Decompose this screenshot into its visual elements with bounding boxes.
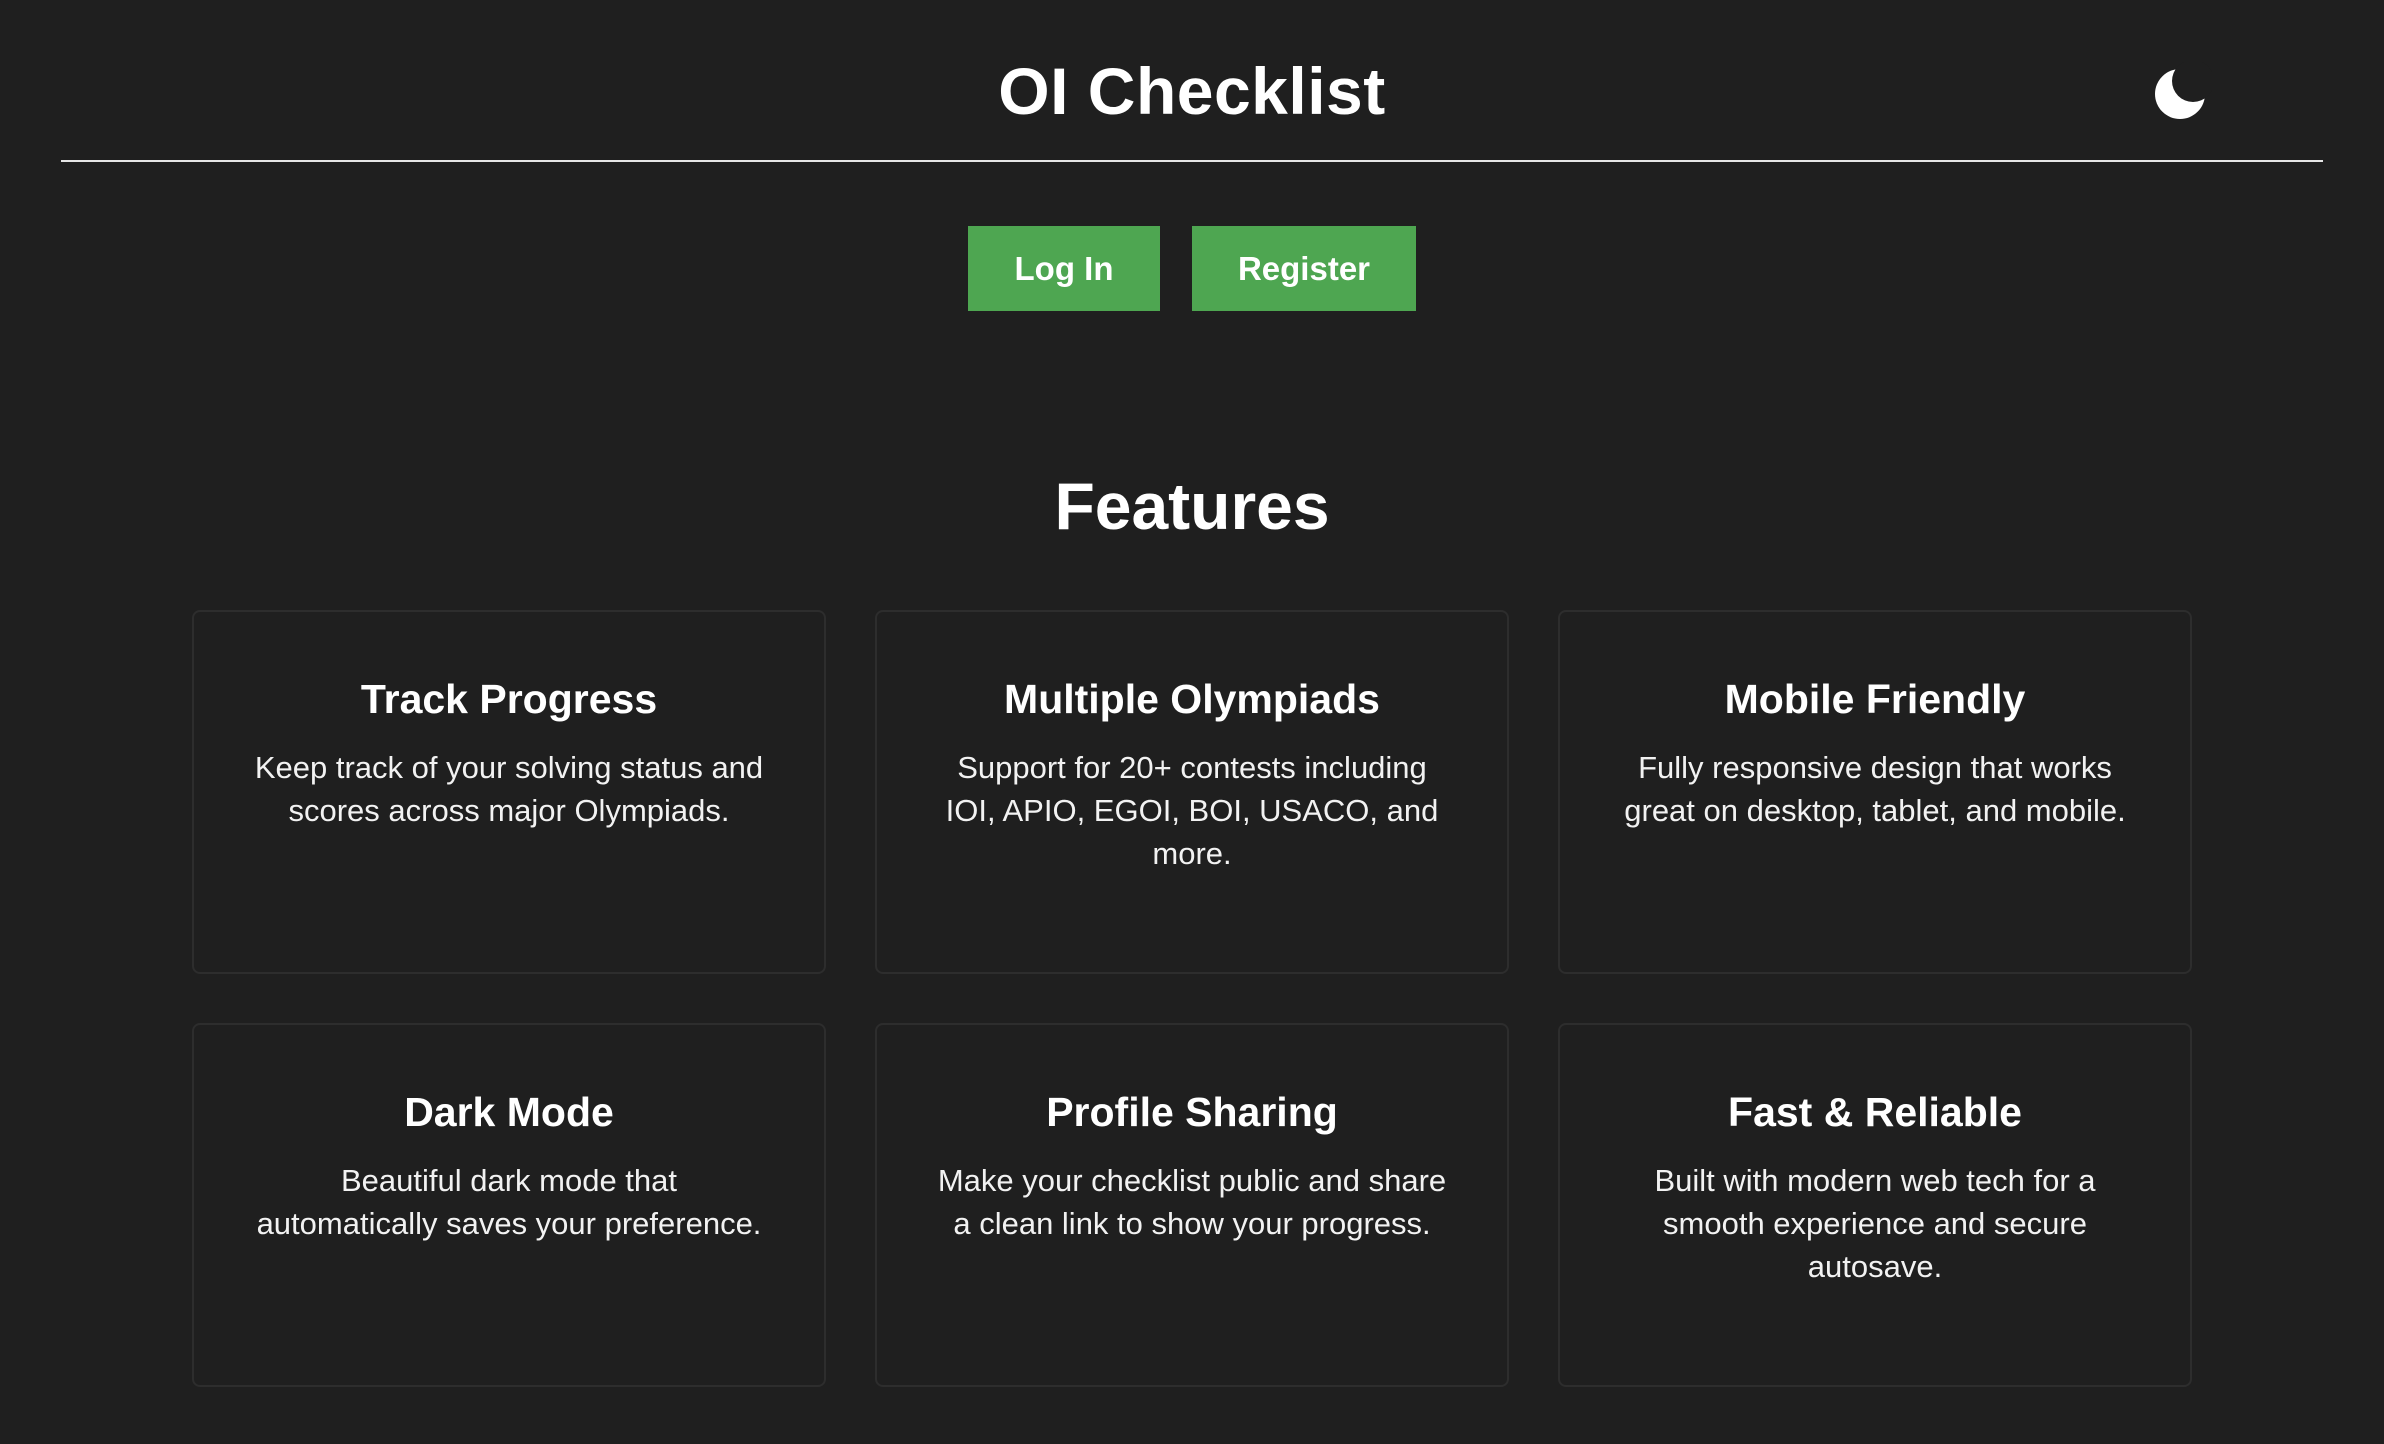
feature-description: Make your checklist public and share a c… [937,1163,1447,1241]
feature-card-fast-reliable: Fast & Reliable Built with modern web te… [1558,1023,2192,1387]
register-button[interactable]: Register [1192,226,1416,311]
feature-card-mobile-friendly: Mobile Friendly Fully responsive design … [1558,610,2192,974]
feature-description: Support for 20+ contests including IOI, … [945,750,1439,871]
feature-description: Beautiful dark mode that automatically s… [256,1163,762,1241]
feature-description: Keep track of your solving status and sc… [254,750,764,828]
feature-title: Profile Sharing [1046,1089,1338,1135]
feature-card-multiple-olympiads: Multiple Olympiads Support for 20+ conte… [875,610,1509,974]
moon-icon [2155,62,2212,119]
site-title: OI Checklist [998,54,1386,128]
feature-card-dark-mode: Dark Mode Beautiful dark mode that autom… [192,1023,826,1387]
feature-title: Track Progress [360,676,658,722]
feature-title: Mobile Friendly [1724,676,2026,722]
features-heading: Features [1054,469,1330,543]
feature-card-track-progress: Track Progress Keep track of your solvin… [192,610,826,974]
feature-title: Dark Mode [404,1089,614,1135]
auth-buttons: Log In Register [968,226,1416,311]
login-button[interactable]: Log In [968,226,1160,311]
feature-description: Fully responsive design that works great… [1624,750,2126,828]
feature-card-profile-sharing: Profile Sharing Make your checklist publ… [875,1023,1509,1387]
feature-description: Built with modern web tech for a smooth … [1654,1163,2096,1284]
feature-title: Fast & Reliable [1728,1089,2022,1135]
theme-toggle-button[interactable] [2152,62,2212,122]
features-grid: Track Progress Keep track of your solvin… [192,610,2192,1387]
site-header: OI Checklist [61,0,2323,162]
feature-title: Multiple Olympiads [1004,676,1380,722]
